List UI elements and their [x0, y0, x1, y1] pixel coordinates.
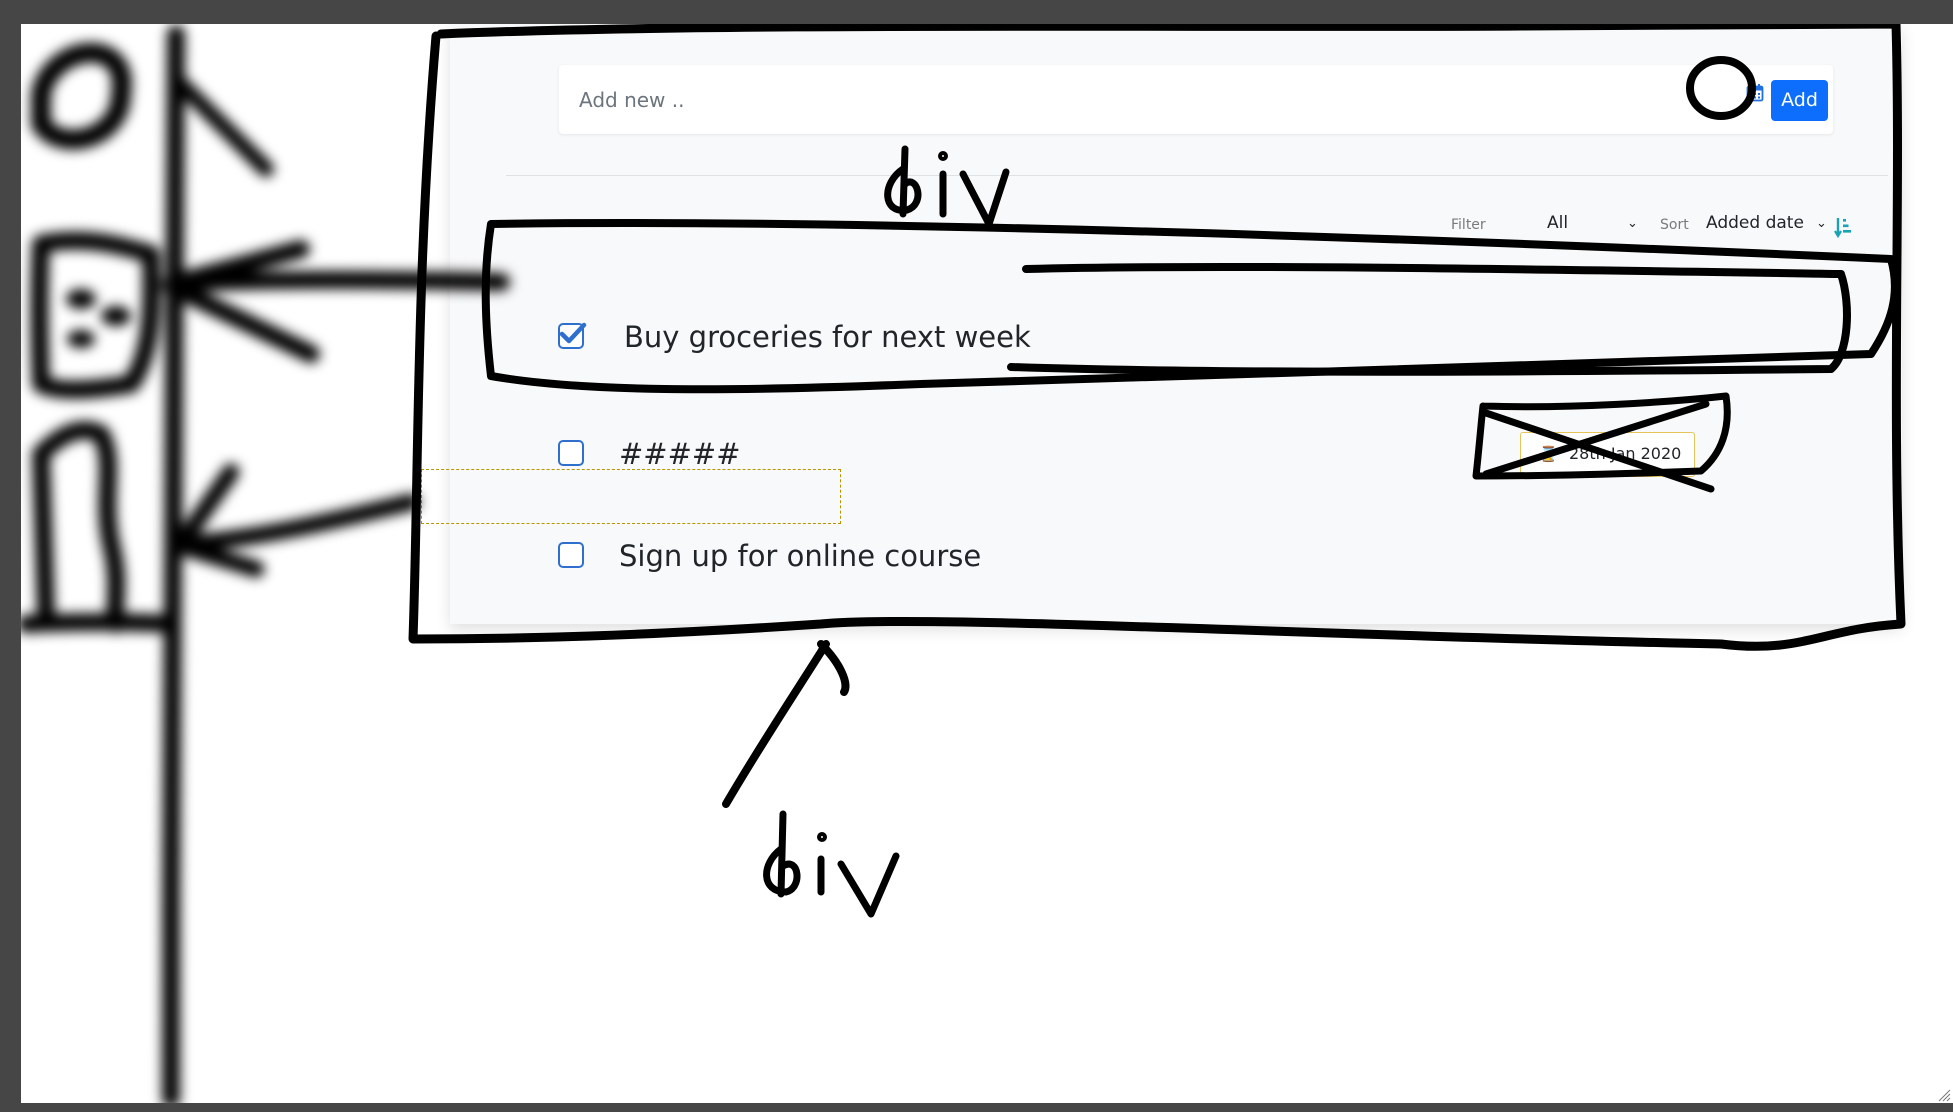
due-date-text: 28th Jan 2020 — [1569, 444, 1682, 463]
chevron-down-icon: ⌄ — [1816, 216, 1827, 231]
sort-select[interactable]: Added date ⌄ — [1706, 213, 1827, 239]
todo-text[interactable]: Buy groceries for next week — [624, 317, 1031, 357]
hourglass-icon: ⌛ — [1539, 445, 1558, 463]
drawing-canvas[interactable]: Add Filter All ⌄ Sort Added date ⌄ Buy g… — [21, 24, 1953, 1103]
sort-label: Sort — [1660, 217, 1689, 233]
status-bar — [0, 1103, 1953, 1112]
todo-checkbox-checked[interactable] — [558, 322, 587, 349]
add-todo-input[interactable] — [577, 77, 1581, 123]
todo-checkbox[interactable] — [558, 440, 584, 466]
filter-selected-value: All — [1547, 213, 1569, 233]
sort-selected-value: Added date — [1706, 213, 1804, 233]
chevron-down-icon: ⌄ — [1627, 216, 1638, 231]
add-button[interactable]: Add — [1771, 80, 1828, 121]
selection-marquee[interactable] — [421, 469, 841, 524]
resize-grip-icon[interactable] — [1937, 1087, 1951, 1102]
filter-select[interactable]: All ⌄ — [1547, 213, 1642, 239]
calendar-icon[interactable] — [1742, 83, 1768, 113]
sort-ascending-icon[interactable] — [1834, 216, 1854, 239]
add-todo-bar: Add — [559, 65, 1833, 134]
todo-text[interactable]: ##### — [619, 434, 741, 474]
due-date-badge[interactable]: ⌛ 28th Jan 2020 — [1520, 432, 1695, 477]
filter-label: Filter — [1451, 217, 1486, 233]
todo-text[interactable]: Sign up for online course — [619, 536, 981, 576]
divider — [506, 175, 1888, 176]
todo-checkbox[interactable] — [558, 542, 584, 568]
